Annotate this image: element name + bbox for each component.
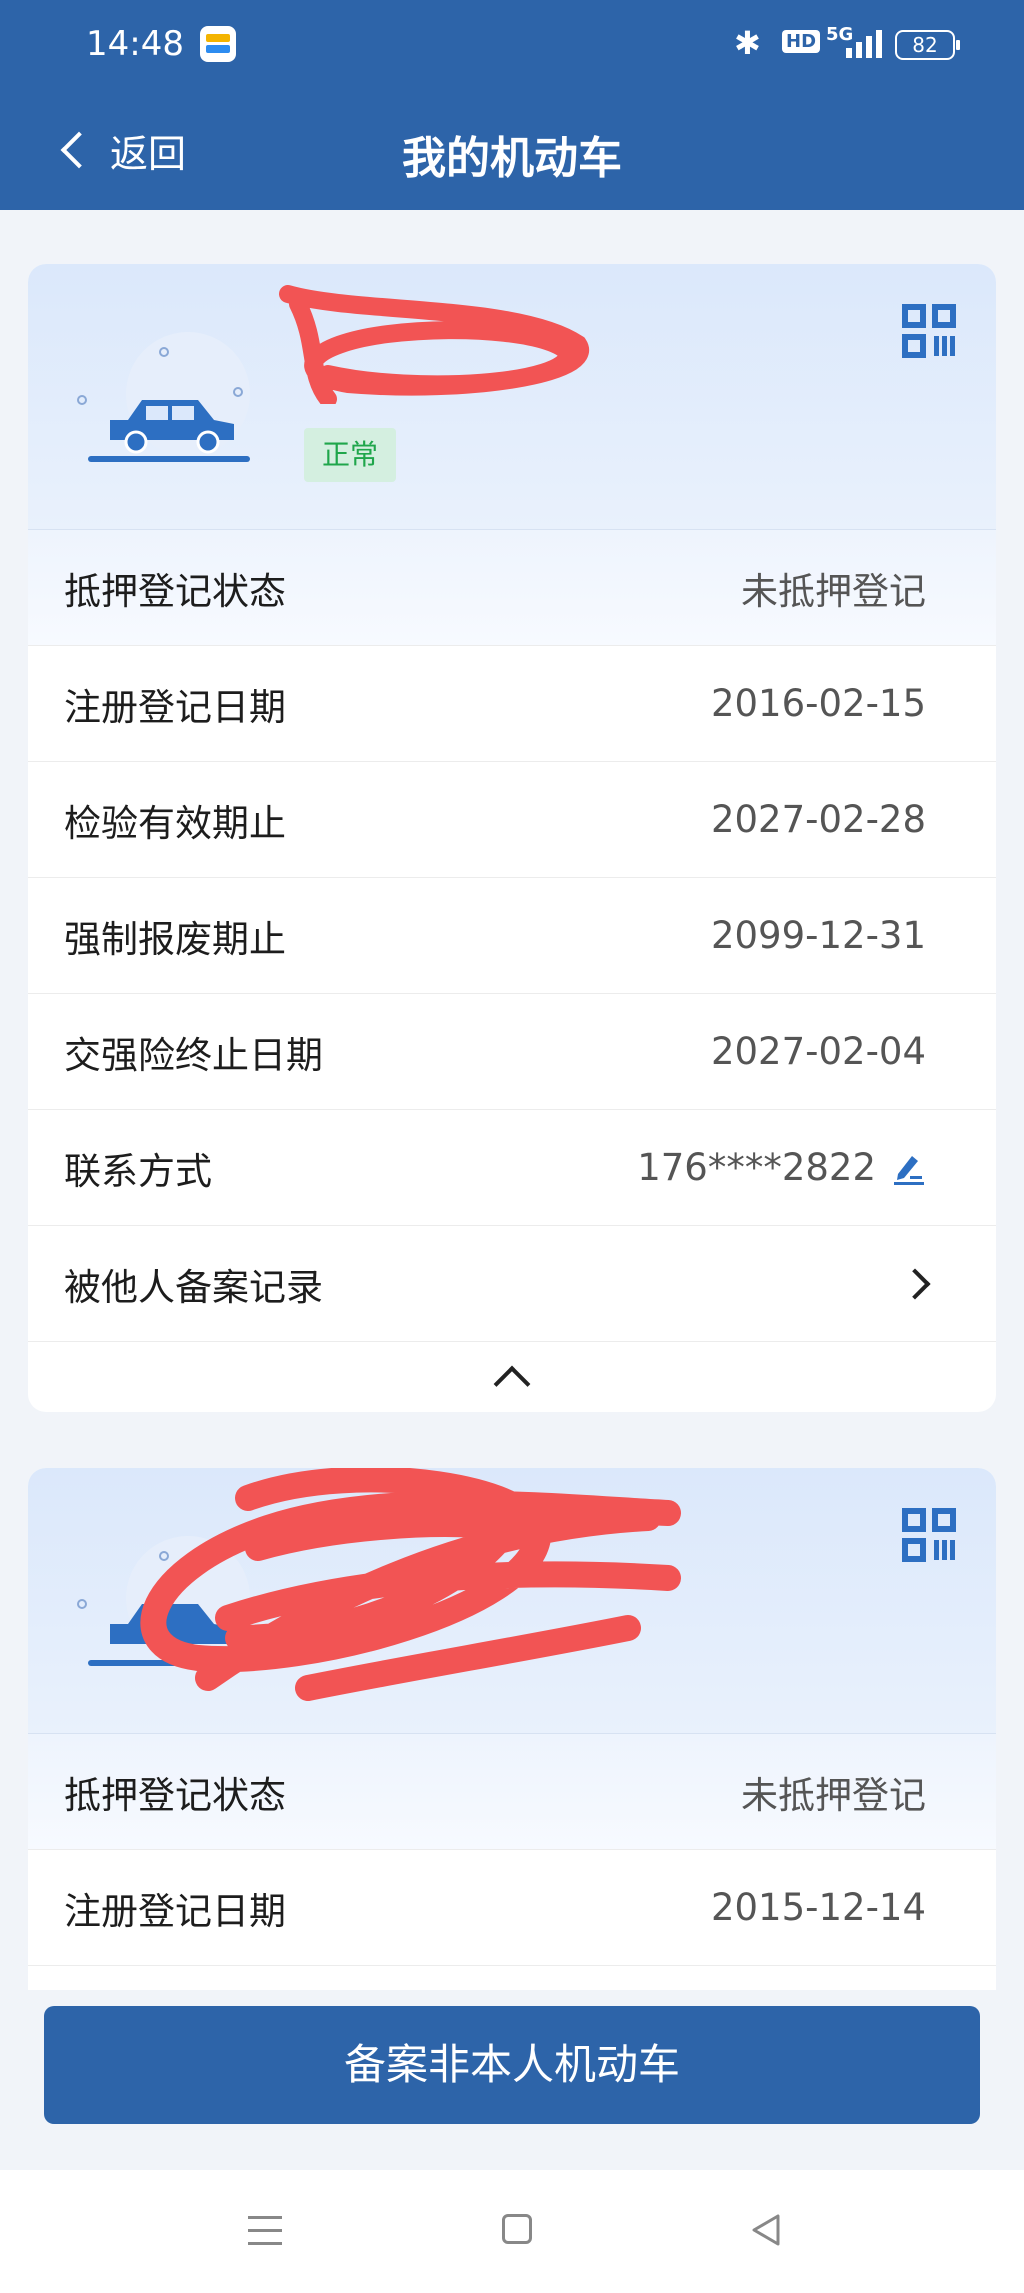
home-icon[interactable] bbox=[502, 2214, 532, 2244]
row-label: 强制报废期止 bbox=[64, 917, 286, 961]
vehicle-card-header bbox=[28, 1468, 996, 1734]
info-row: 抵押登记状态 未抵押登记 bbox=[28, 530, 996, 646]
battery-icon: 82 bbox=[895, 30, 960, 60]
contact-row: 联系方式 176****2822 bbox=[28, 1110, 996, 1226]
status-badge: 正常 bbox=[304, 428, 396, 482]
row-value: 未抵押登记 bbox=[741, 1773, 926, 1817]
row-label: 被他人备案记录 bbox=[64, 1265, 323, 1309]
row-label: 注册登记日期 bbox=[64, 1889, 286, 1933]
status-time: 14:48 bbox=[86, 24, 184, 64]
edit-icon[interactable] bbox=[890, 1150, 926, 1186]
system-nav-bar bbox=[0, 2170, 1024, 2293]
row-value: 未抵押登记 bbox=[741, 569, 926, 613]
row-label: 检验有效期止 bbox=[64, 801, 286, 845]
row-value: 2099-12-31 bbox=[710, 914, 926, 957]
vehicle-card: 抵押登记状态 未抵押登记 注册登记日期 2015-12-14 bbox=[28, 1468, 996, 2008]
wallet-app-icon bbox=[200, 26, 236, 62]
row-label: 抵押登记状态 bbox=[64, 569, 286, 613]
redacted-plate-scribble bbox=[279, 285, 589, 404]
signal-icon bbox=[846, 30, 882, 58]
top-bar: 14:48 ✱ HD 5G 82 返回 我的机动车 bbox=[0, 0, 1024, 210]
status-bar: 14:48 ✱ HD 5G 82 bbox=[0, 0, 1024, 92]
hd-badge: HD bbox=[782, 30, 821, 53]
chevron-right-icon bbox=[899, 1267, 931, 1300]
row-label: 抵押登记状态 bbox=[64, 1773, 286, 1817]
nav-bar: 返回 我的机动车 bbox=[0, 92, 1024, 210]
row-value: 2015-12-14 bbox=[710, 1886, 926, 1929]
row-value: 2016-02-15 bbox=[710, 682, 926, 725]
info-row: 抵押登记状态 未抵押登记 bbox=[28, 1734, 996, 1850]
menu-icon[interactable] bbox=[248, 2216, 282, 2246]
row-label: 联系方式 bbox=[64, 1149, 212, 1193]
qr-code-icon[interactable] bbox=[902, 1508, 956, 1562]
bluetooth-icon: ✱ bbox=[734, 24, 761, 62]
records-row[interactable]: 被他人备案记录 bbox=[28, 1226, 996, 1342]
info-row: 注册登记日期 2015-12-14 bbox=[28, 1850, 996, 1966]
page-title: 我的机动车 bbox=[402, 133, 622, 184]
row-label: 交强险终止日期 bbox=[64, 1033, 323, 1077]
row-value: 2027-02-04 bbox=[710, 1030, 926, 1073]
info-row: 检验有效期止 2027-02-28 bbox=[28, 762, 996, 878]
collapse-toggle[interactable] bbox=[28, 1342, 996, 1412]
info-row: 交强险终止日期 2027-02-04 bbox=[28, 994, 996, 1110]
phone-number: 176****2822 bbox=[637, 1146, 876, 1189]
vehicle-card: 正常 抵押登记状态 未抵押登记 注册登记日期 2016-02-15 检验有效期止… bbox=[28, 264, 996, 1412]
row-label: 注册登记日期 bbox=[64, 685, 286, 729]
info-row: 注册登记日期 2016-02-15 bbox=[28, 646, 996, 762]
vehicle-card-header: 正常 bbox=[28, 264, 996, 530]
back-triangle-icon[interactable] bbox=[748, 2212, 784, 2248]
contact-value: 176****2822 bbox=[637, 1146, 926, 1189]
qr-code-icon[interactable] bbox=[902, 304, 956, 358]
register-other-vehicle-button[interactable]: 备案非本人机动车 bbox=[44, 2006, 980, 2124]
row-value: 2027-02-28 bbox=[710, 798, 926, 841]
info-row: 强制报废期止 2099-12-31 bbox=[28, 878, 996, 994]
car-icon bbox=[77, 332, 250, 462]
chevron-up-icon bbox=[493, 1365, 531, 1403]
redacted-plate-scribble bbox=[140, 1468, 681, 1701]
